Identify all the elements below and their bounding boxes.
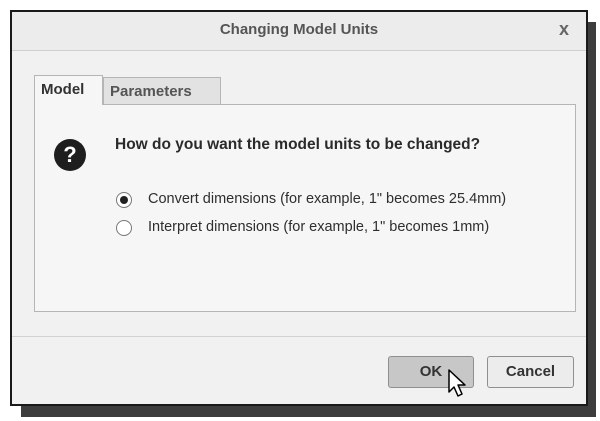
option-convert-label: Convert dimensions (for example, 1" beco… bbox=[148, 191, 507, 207]
radio-interpret[interactable] bbox=[116, 220, 132, 236]
option-interpret-label: Interpret dimensions (for example, 1" be… bbox=[148, 219, 490, 235]
cancel-button[interactable]: Cancel bbox=[487, 356, 574, 388]
title-bar: Changing Model Units x bbox=[12, 12, 586, 51]
mouse-cursor-icon bbox=[448, 369, 466, 397]
radio-convert[interactable] bbox=[116, 192, 132, 208]
question-text: How do you want the model units to be ch… bbox=[115, 136, 481, 153]
question-icon: ? bbox=[54, 139, 86, 171]
footer-divider bbox=[12, 336, 586, 337]
dialog-title: Changing Model Units bbox=[219, 21, 379, 38]
close-icon[interactable]: x bbox=[554, 19, 574, 39]
tab-parameters[interactable]: Parameters bbox=[103, 77, 221, 105]
changing-model-units-dialog: Changing Model Units x Model Parameters … bbox=[10, 10, 588, 406]
tab-model[interactable]: Model bbox=[34, 75, 103, 105]
